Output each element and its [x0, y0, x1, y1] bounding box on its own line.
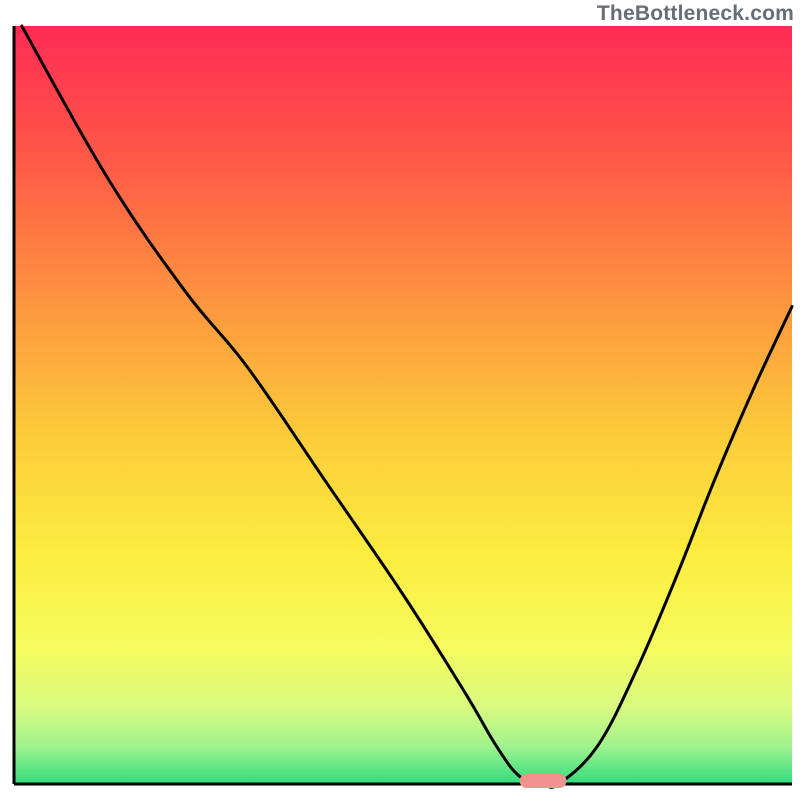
chart-background [14, 26, 792, 784]
watermark-text: TheBottleneck.com [597, 2, 794, 26]
optimal-pill [520, 774, 567, 788]
chart-canvas [0, 0, 800, 800]
bottleneck-chart: TheBottleneck.com [0, 0, 800, 800]
